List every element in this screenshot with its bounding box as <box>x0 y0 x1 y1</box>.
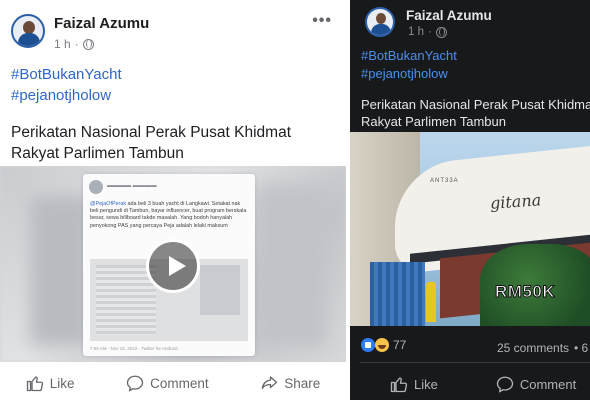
embedded-mention: @PejaOfPerak <box>90 201 127 207</box>
comment-icon <box>126 375 144 392</box>
like-reaction-icon <box>361 338 375 352</box>
embedded-author-blurred: ▬▬▬▬ ▬▬▬▬ <box>107 183 157 189</box>
post-time[interactable]: 1 h <box>54 37 71 51</box>
more-options-icon[interactable]: ••• <box>312 12 332 30</box>
thumbs-up-icon <box>390 377 408 393</box>
boat-name-text: gitana <box>489 190 542 213</box>
price-overlay: RM50K <box>494 282 556 302</box>
author-avatar[interactable] <box>365 7 395 37</box>
light-post: Faizal Azumu 1 h · ••• #BotBukanYacht #p… <box>0 0 346 400</box>
hashtag-link[interactable]: #BotBukanYacht <box>11 66 122 83</box>
embedded-avatar <box>89 180 103 194</box>
comments-count[interactable]: 25 comments <box>497 341 569 355</box>
dark-post-container: Faizal Azumu 1 h · #BotBukanYacht #pejan… <box>346 0 590 400</box>
worker-figure <box>426 282 436 322</box>
post-time[interactable]: 1 h <box>408 26 424 38</box>
hashtag-link[interactable]: #BotBukanYacht <box>361 48 457 63</box>
hashtag-link[interactable]: #pejanotjholow <box>361 66 448 81</box>
comment-button[interactable]: Comment <box>126 374 209 392</box>
reaction-count: 77 <box>393 338 407 352</box>
public-globe-icon <box>435 26 447 38</box>
post-meta: 1 h · <box>408 26 447 38</box>
share-icon <box>261 376 278 389</box>
embedded-text: @PejaOfPerak ada beli 3 buah yacht di La… <box>90 201 247 229</box>
hull-id-text: ANT33A <box>430 178 459 184</box>
comment-icon <box>496 376 514 393</box>
author-name[interactable]: Faizal Azumu <box>406 8 492 23</box>
author-name[interactable]: Faizal Azumu <box>54 15 149 32</box>
post-actions: Like Comment <box>350 368 590 400</box>
embedded-footer: 7:56 AM · Nov 15, 2022 · Twitter for And… <box>90 346 178 351</box>
haha-reaction-icon <box>375 338 389 352</box>
shares-count[interactable]: • 6 sh <box>574 341 590 355</box>
play-button[interactable] <box>146 239 200 293</box>
comment-button[interactable]: Comment <box>496 375 576 393</box>
post-video[interactable]: ▬▬▬▬ ▬▬▬▬ @PejaOfPerak ada beli 3 buah y… <box>0 166 346 362</box>
reactions-summary[interactable]: 77 <box>361 338 406 352</box>
post-text: Perikatan Nasional Perak Pusat Khidmat R… <box>11 124 292 162</box>
hashtag-link[interactable]: #pejanotjholow <box>11 87 111 104</box>
like-button[interactable]: Like <box>26 374 75 392</box>
thumbs-up-icon <box>26 376 43 392</box>
post-photo-yacht[interactable]: ANT33A gitana RM50K <box>350 132 590 326</box>
boat-stand <box>370 262 425 326</box>
post-text: Perikatan Nasional Perak Pusat Khidmat R… <box>361 97 590 129</box>
post-actions: Like Comment Share <box>0 366 346 400</box>
divider <box>360 362 590 363</box>
like-button[interactable]: Like <box>390 375 438 393</box>
public-globe-icon <box>82 38 94 50</box>
share-button[interactable]: Share <box>260 374 320 392</box>
post-meta: 1 h · <box>54 37 94 51</box>
dark-post: Faizal Azumu 1 h · #BotBukanYacht #pejan… <box>350 0 590 400</box>
author-avatar[interactable] <box>11 14 45 48</box>
